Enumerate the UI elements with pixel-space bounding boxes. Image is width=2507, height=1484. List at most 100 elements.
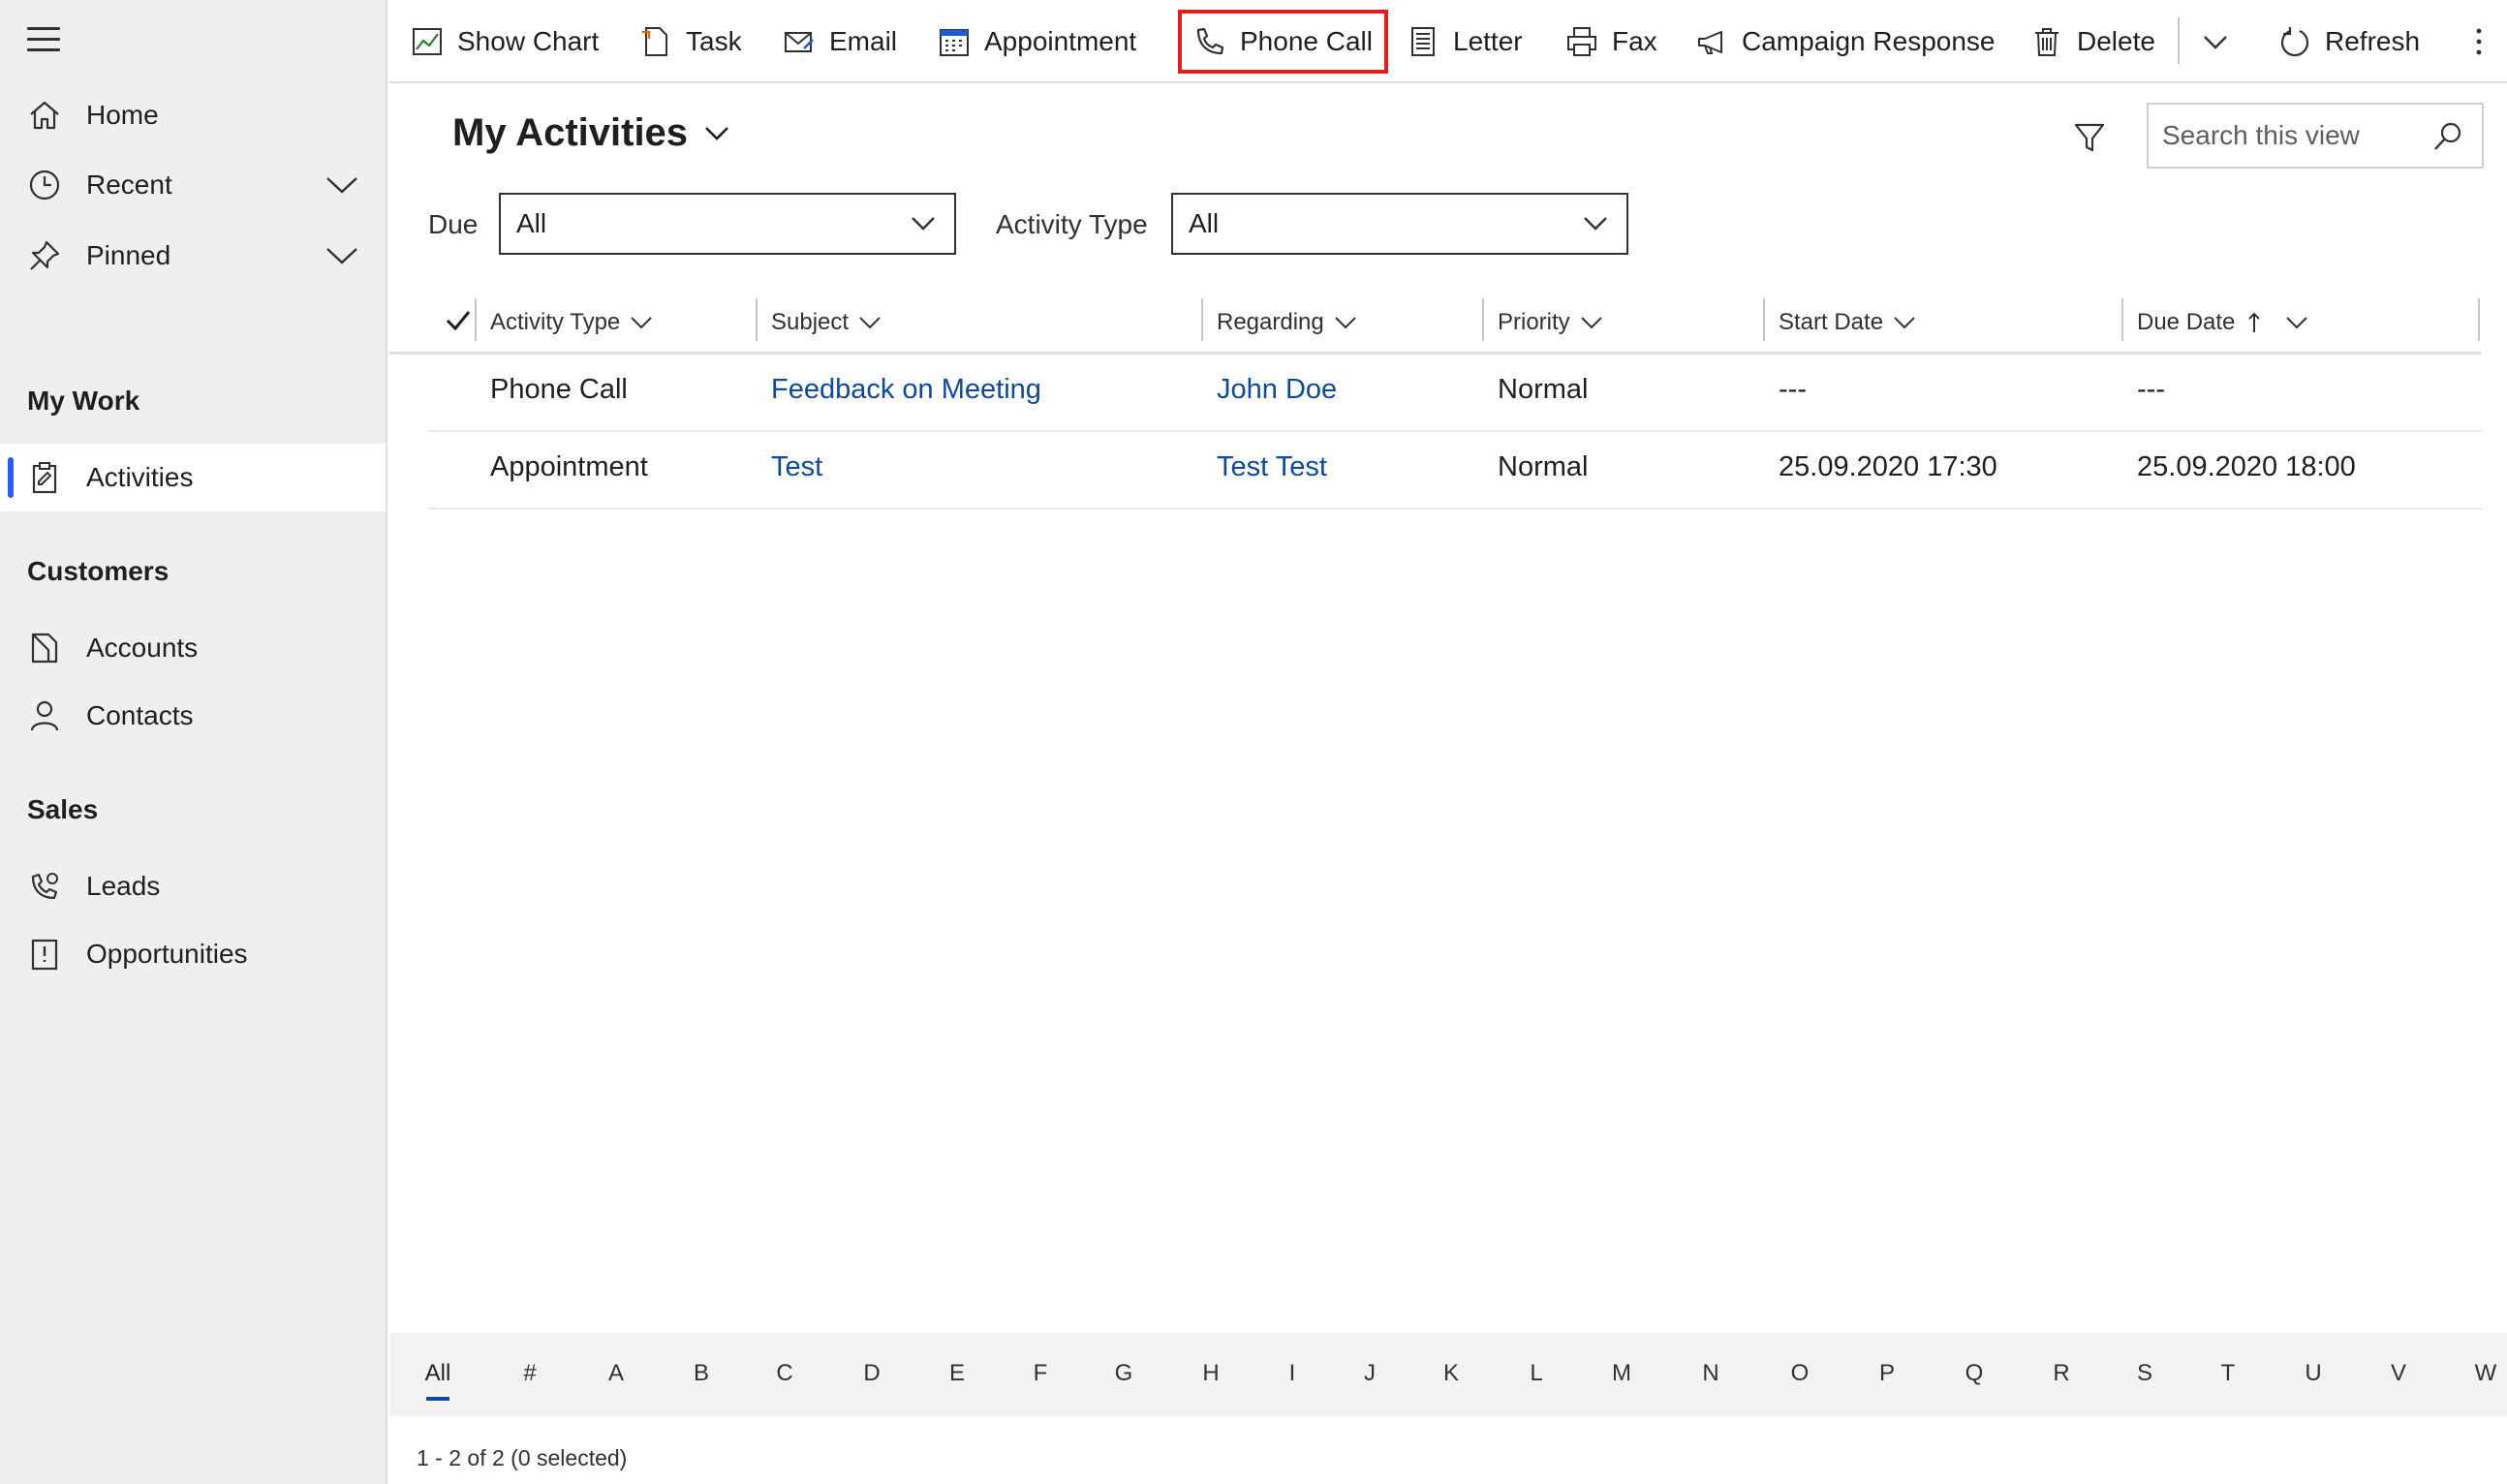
jump-letter[interactable]: U	[2294, 1360, 2333, 1387]
letter-button[interactable]: Letter	[1407, 14, 1523, 70]
email-label: Email	[829, 26, 898, 56]
cell-start-date: 25.09.2020 17:30	[1779, 451, 1997, 482]
sidebar-item-label: Leads	[86, 871, 161, 901]
delete-button[interactable]: Delete	[2030, 14, 2155, 70]
person-icon	[30, 700, 59, 731]
sidebar-item-home[interactable]: Home	[0, 81, 386, 149]
column-header-start-date[interactable]: Start Date	[1779, 302, 1916, 343]
due-filter-value: All	[516, 208, 547, 238]
search-icon[interactable]	[2431, 120, 2464, 153]
sidebar-item-opportunities[interactable]: Opportunities	[0, 920, 386, 988]
jump-letter[interactable]: H	[1192, 1360, 1230, 1387]
cell-subject-link[interactable]: Test	[771, 451, 822, 483]
column-divider	[1482, 298, 1484, 341]
more-commands-dropdown[interactable]	[2199, 14, 2232, 70]
chevron-down-icon	[705, 126, 728, 140]
jump-letter[interactable]: Q	[1955, 1360, 1994, 1387]
column-header-label: Start Date	[1779, 309, 1884, 335]
grid-header: Activity Type Subject Regarding Priority…	[389, 291, 2482, 355]
cell-regarding-link[interactable]: John Doe	[1217, 374, 1337, 406]
due-filter-label: Due	[428, 209, 479, 239]
jump-letter[interactable]: F	[1021, 1360, 1060, 1387]
due-filter-select[interactable]: All	[499, 193, 956, 255]
sidebar-item-pinned[interactable]: Pinned	[0, 222, 386, 290]
jump-letter[interactable]: L	[1517, 1360, 1556, 1387]
column-divider	[1201, 298, 1203, 341]
activity-type-filter-select[interactable]: All	[1171, 193, 1628, 255]
search-input[interactable]	[2162, 116, 2424, 155]
jump-letter[interactable]: M	[1602, 1360, 1641, 1387]
table-row[interactable]: Appointment Test Test Test Normal 25.09.…	[428, 432, 2482, 510]
cell-due-date: ---	[2137, 374, 2165, 405]
column-header-subject[interactable]: Subject	[771, 302, 882, 343]
jump-letter[interactable]: I	[1273, 1360, 1312, 1387]
chart-icon	[413, 28, 442, 55]
jump-letter[interactable]: N	[1691, 1360, 1730, 1387]
column-header-priority[interactable]: Priority	[1498, 302, 1603, 343]
jump-letter[interactable]: D	[852, 1360, 891, 1387]
leads-icon	[31, 873, 58, 900]
more-options-button[interactable]	[2462, 14, 2495, 70]
show-chart-label: Show Chart	[457, 26, 600, 56]
sidebar-item-accounts[interactable]: Accounts	[0, 614, 386, 682]
jump-letter[interactable]: W	[2466, 1360, 2505, 1387]
jump-letter[interactable]: O	[1780, 1360, 1819, 1387]
appointment-button[interactable]: Appointment	[938, 14, 1136, 70]
email-button[interactable]: Email	[783, 14, 897, 70]
column-divider	[1763, 298, 1765, 341]
filter-icon[interactable]	[2072, 120, 2107, 155]
clipboard-icon	[32, 462, 57, 494]
column-header-regarding[interactable]: Regarding	[1217, 302, 1357, 343]
jump-letter[interactable]: K	[1432, 1360, 1470, 1387]
selection-indicator	[8, 457, 14, 498]
page-title: My Activities	[452, 111, 689, 154]
cell-start-date: ---	[1779, 374, 1807, 405]
column-header-due-date[interactable]: Due Date	[2137, 302, 2308, 343]
column-header-label: Regarding	[1217, 309, 1324, 335]
group-title-sales: Sales	[27, 794, 99, 824]
calendar-icon	[940, 29, 969, 56]
jump-letter[interactable]: #	[511, 1360, 549, 1387]
home-icon	[30, 101, 59, 130]
cell-subject-link[interactable]: Feedback on Meeting	[771, 374, 1041, 406]
chevron-down-icon[interactable]	[325, 175, 358, 195]
show-chart-button[interactable]: Show Chart	[411, 14, 599, 70]
jump-letter[interactable]: V	[2379, 1360, 2418, 1387]
group-title-my-work: My Work	[27, 386, 140, 416]
view-selector[interactable]: My Activities	[452, 111, 730, 155]
hamburger-menu-icon[interactable]	[27, 27, 60, 54]
table-row[interactable]: Phone Call Feedback on Meeting John Doe …	[428, 355, 2482, 432]
chevron-down-icon[interactable]	[325, 246, 358, 265]
jump-letter[interactable]: B	[682, 1360, 721, 1387]
jump-letter[interactable]: E	[938, 1360, 976, 1387]
megaphone-icon	[1698, 31, 1722, 54]
chevron-down-icon	[1335, 317, 1356, 329]
jump-letter[interactable]: A	[597, 1360, 635, 1387]
activity-type-filter-value: All	[1189, 208, 1220, 238]
sidebar-item-contacts[interactable]: Contacts	[0, 682, 386, 750]
cell-regarding-link[interactable]: Test Test	[1217, 451, 1327, 483]
column-header-activity-type[interactable]: Activity Type	[490, 302, 653, 343]
jump-letter[interactable]: All	[418, 1360, 457, 1401]
sidebar-item-recent[interactable]: Recent	[0, 151, 386, 219]
jump-letter[interactable]: R	[2042, 1360, 2081, 1387]
phone-call-button[interactable]: Phone Call	[1178, 10, 1388, 74]
appointment-label: Appointment	[984, 26, 1137, 56]
sidebar-item-leads[interactable]: Leads	[0, 852, 386, 920]
jump-letter[interactable]: P	[1868, 1360, 1906, 1387]
more-vertical-icon	[2476, 28, 2482, 55]
select-all-checkmark-icon[interactable]	[444, 306, 473, 335]
jump-letter[interactable]: T	[2209, 1360, 2247, 1387]
jump-letter[interactable]: J	[1350, 1360, 1389, 1387]
jump-letter[interactable]: G	[1104, 1360, 1143, 1387]
sidebar-item-label: Contacts	[86, 700, 194, 730]
column-header-label: Due Date	[2137, 309, 2236, 335]
refresh-button[interactable]: Refresh	[2278, 14, 2420, 70]
jump-letter[interactable]: S	[2125, 1360, 2164, 1387]
chevron-down-icon	[1894, 317, 1915, 329]
fax-button[interactable]: Fax	[1565, 14, 1657, 70]
jump-letter[interactable]: C	[765, 1360, 804, 1387]
task-button[interactable]: Task	[639, 14, 742, 70]
sidebar-item-activities[interactable]: Activities	[0, 444, 386, 511]
campaign-response-button[interactable]: Campaign Response	[1695, 14, 1996, 70]
